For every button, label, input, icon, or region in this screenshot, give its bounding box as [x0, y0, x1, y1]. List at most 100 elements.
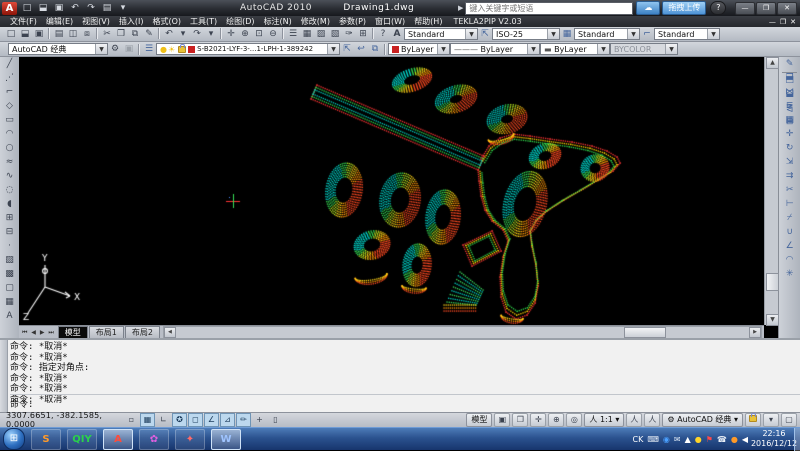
- grid-icon[interactable]: ▦: [140, 413, 155, 427]
- workspace-settings-gear-icon[interactable]: ⚙: [108, 43, 122, 56]
- annotation-scale-button[interactable]: 人 1:1 ▾: [584, 413, 624, 427]
- stretch-icon[interactable]: ⇉: [782, 169, 797, 183]
- annotation-auto-icon[interactable]: 人: [644, 413, 660, 427]
- layer-freeze-sun-icon[interactable]: ☀: [168, 45, 175, 54]
- new-icon[interactable]: □: [4, 28, 18, 41]
- red-app-icon[interactable]: ✦: [175, 429, 205, 450]
- help-icon[interactable]: ?: [376, 28, 390, 41]
- qp-icon[interactable]: ▯: [268, 413, 283, 427]
- mleader-style-combo[interactable]: Standard▼: [654, 28, 720, 40]
- save-icon[interactable]: ▣: [32, 28, 46, 41]
- paste-icon[interactable]: ⧉: [128, 28, 142, 41]
- chevron-down-icon[interactable]: ▼: [437, 44, 449, 54]
- menu-帮助(H)[interactable]: 帮助(H): [414, 16, 442, 27]
- zoom-previous-icon[interactable]: ⊖: [266, 28, 280, 41]
- rectangle-icon[interactable]: ▭: [2, 113, 17, 127]
- fillet-icon[interactable]: ◠: [782, 253, 797, 267]
- explode-icon[interactable]: ✳: [782, 267, 797, 281]
- properties-icon[interactable]: ☰: [286, 28, 300, 41]
- line-icon[interactable]: ╱: [2, 57, 17, 71]
- clean-screen-icon[interactable]: ▢: [781, 413, 797, 427]
- qiyi-icon[interactable]: QIY: [67, 429, 97, 450]
- spline-icon[interactable]: ∿: [2, 169, 17, 183]
- region-icon[interactable]: ▢: [2, 281, 17, 295]
- layer-previous-icon[interactable]: ↩: [354, 43, 368, 56]
- command-prompt[interactable]: 命令:: [10, 394, 800, 410]
- layer-lock-icon[interactable]: [178, 46, 186, 53]
- qat-open-icon[interactable]: ⬓: [36, 2, 50, 14]
- erase-icon[interactable]: ✎: [782, 57, 797, 71]
- color-combo[interactable]: ByLayer ▼: [388, 43, 450, 55]
- plot-icon[interactable]: ▤: [52, 28, 66, 41]
- steeringwheel-icon[interactable]: ◎: [566, 413, 582, 427]
- restore-button[interactable]: ❐: [756, 2, 776, 15]
- designcenter-icon[interactable]: ▦: [300, 28, 314, 41]
- chevron-down-icon[interactable]: ▼: [707, 29, 719, 39]
- orange-dot-icon[interactable]: ●: [731, 435, 738, 444]
- lineweight-combo[interactable]: ▬ ByLayer ▼: [540, 43, 610, 55]
- coin-icon[interactable]: ●: [695, 435, 702, 444]
- speaker-icon[interactable]: ◀: [742, 435, 748, 444]
- send-to-back-icon[interactable]: ⬓: [782, 87, 797, 101]
- zoom-realtime-icon[interactable]: ⊕: [238, 28, 252, 41]
- chevron-down-icon[interactable]: ▼: [327, 44, 339, 54]
- command-window[interactable]: 命令: *取消* 命令: *取消* 命令: 指定对角点: 命令: *取消* 命令…: [0, 338, 800, 412]
- menu-格式(O)[interactable]: 格式(O): [152, 16, 181, 27]
- menu-文件(F)[interactable]: 文件(F): [10, 16, 37, 27]
- autocad-logo-icon[interactable]: A: [2, 2, 17, 15]
- annotation-visibility-icon[interactable]: 人: [626, 413, 642, 427]
- bring-to-front-icon[interactable]: ⬒: [782, 73, 797, 87]
- scroll-right-icon[interactable]: ▶: [749, 327, 761, 338]
- workspace-switch-button[interactable]: ⚙ AutoCAD 经典 ▾: [662, 413, 743, 427]
- dim-style-icon[interactable]: ⇱: [478, 28, 492, 41]
- menu-绘图(D)[interactable]: 绘图(D): [226, 16, 254, 27]
- quickcalc-icon[interactable]: ⊞: [356, 28, 370, 41]
- doc-restore-button[interactable]: ❐: [780, 18, 786, 26]
- cloud-icon[interactable]: ☁: [636, 1, 660, 15]
- rotate-icon[interactable]: ↻: [782, 141, 797, 155]
- media-pinwheel-icon[interactable]: ✿: [139, 429, 169, 450]
- ducs-icon[interactable]: ⊿: [220, 413, 235, 427]
- extend-icon[interactable]: ⊢: [782, 197, 797, 211]
- start-button[interactable]: ⊞: [3, 428, 25, 450]
- sheetset-manager-icon[interactable]: ▧: [328, 28, 342, 41]
- menu-插入(I)[interactable]: 插入(I): [119, 16, 144, 27]
- scale-icon[interactable]: ⇲: [782, 155, 797, 169]
- layer-properties-icon[interactable]: ☰: [142, 43, 156, 56]
- ellipse-arc-icon[interactable]: ◖: [2, 197, 17, 211]
- qat-save-icon[interactable]: ▣: [52, 2, 66, 14]
- drawing-viewport[interactable]: [19, 57, 764, 325]
- flag-icon[interactable]: ⚑: [706, 435, 713, 444]
- cut-icon[interactable]: ✂: [100, 28, 114, 41]
- copy-clip-icon[interactable]: ❐: [114, 28, 128, 41]
- circle-icon[interactable]: ○: [2, 141, 17, 155]
- dyn-icon[interactable]: ✏: [236, 413, 251, 427]
- move-icon[interactable]: ✛: [782, 127, 797, 141]
- polyline-icon[interactable]: ⌐: [2, 85, 17, 99]
- chevron-down-icon[interactable]: ▼: [465, 29, 477, 39]
- quickview-drawings-icon[interactable]: ❐: [512, 413, 528, 427]
- menu-视图(V)[interactable]: 视图(V): [82, 16, 110, 27]
- multiline-text-icon[interactable]: A: [2, 309, 17, 323]
- layer-on-bulb-icon[interactable]: ●: [160, 45, 167, 54]
- scroll-left-icon[interactable]: ◀: [164, 327, 176, 338]
- redo-icon[interactable]: ↷: [190, 28, 204, 41]
- redo-list-icon[interactable]: ▾: [204, 28, 218, 41]
- chevron-down-icon[interactable]: ▼: [527, 44, 539, 54]
- open-icon[interactable]: ⬓: [18, 28, 32, 41]
- dim-style-combo[interactable]: ISO-25▼: [492, 28, 560, 40]
- zoom-window-icon[interactable]: ⊡: [252, 28, 266, 41]
- send-under-icon[interactable]: ⊟: [782, 115, 797, 129]
- chamfer-icon[interactable]: ∠: [782, 239, 797, 253]
- qat-undo-icon[interactable]: ↶: [68, 2, 82, 14]
- scroll-up-icon[interactable]: ▲: [766, 57, 779, 69]
- sogou-icon[interactable]: S: [31, 429, 61, 450]
- word-icon[interactable]: W: [211, 429, 241, 450]
- help-button[interactable]: ?: [710, 1, 726, 15]
- undo-icon[interactable]: ↶: [162, 28, 176, 41]
- ortho-icon[interactable]: ∟: [156, 413, 171, 427]
- workspace-combo[interactable]: AutoCAD 经典▼: [8, 43, 108, 55]
- point-icon[interactable]: ·: [2, 239, 17, 253]
- pan-icon[interactable]: ✛: [530, 413, 546, 427]
- show-desktop-button[interactable]: [794, 428, 800, 451]
